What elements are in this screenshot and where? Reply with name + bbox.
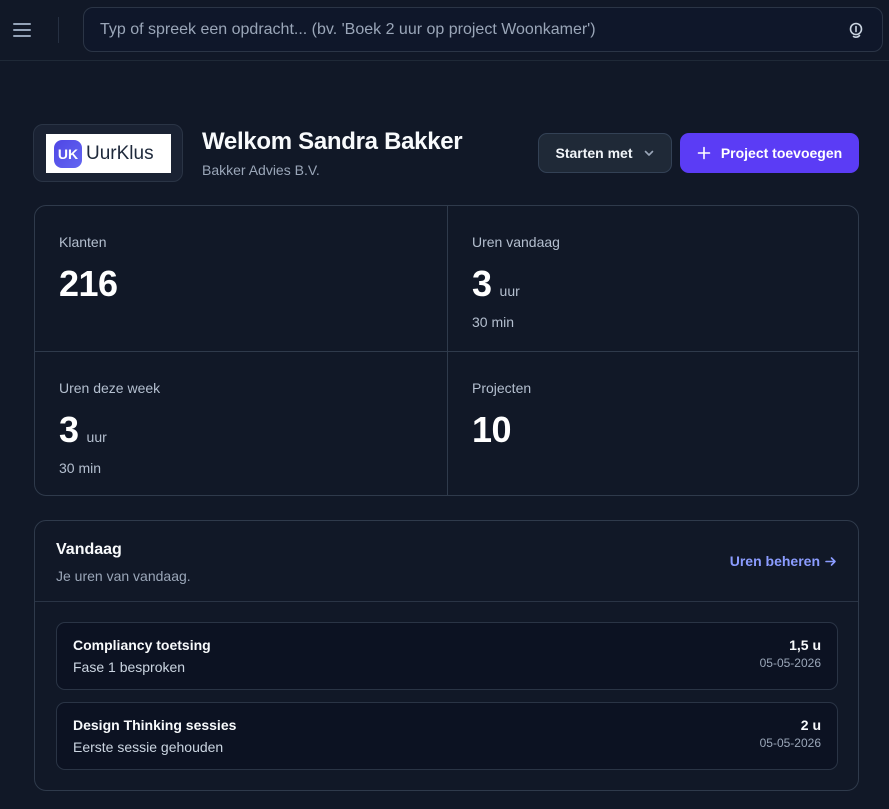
today-panel: Vandaag Je uren van vandaag. Uren behere… (34, 520, 859, 791)
add-project-label: Project toevoegen (720, 145, 843, 161)
top-bar (0, 0, 889, 61)
today-title: Vandaag (56, 541, 122, 558)
entry-date: 05-05-2026 (759, 736, 821, 750)
stat-value-row: 3 uur (472, 266, 834, 302)
time-entry[interactable]: Design Thinking sessies Eerste sessie ge… (56, 702, 838, 770)
stat-label: Uren vandaag (472, 234, 560, 250)
stat-subvalue: 30 min (59, 460, 102, 476)
stat-clients: Klanten 216 (35, 206, 447, 351)
stat-value: 10 (472, 409, 512, 450)
stat-subvalue: 30 min (472, 314, 515, 330)
time-entry[interactable]: Compliancy toetsing Fase 1 besproken 1,5… (56, 622, 838, 690)
arrow-right-icon (825, 556, 836, 566)
stat-label: Klanten (59, 234, 107, 250)
entry-hours: 1,5 u (789, 637, 821, 653)
command-input[interactable] (100, 20, 846, 39)
microphone-icon[interactable] (846, 20, 866, 40)
stat-value-row: 3 uur (59, 412, 423, 448)
logo-text: UurKlus (86, 142, 154, 164)
entry-date: 05-05-2026 (759, 656, 821, 670)
stat-value: 3 (472, 263, 492, 304)
divider (58, 17, 59, 43)
stats-grid: Klanten 216 Uren vandaag 3 uur 30 min Ur… (34, 205, 859, 496)
manage-hours-label: Uren beheren (729, 553, 820, 569)
stat-unit: uur (499, 283, 520, 299)
menu-icon[interactable] (10, 18, 34, 42)
stat-hours-today: Uren vandaag 3 uur 30 min (447, 206, 858, 351)
stat-label: Uren deze week (59, 380, 161, 396)
stat-value: 3 (59, 409, 79, 450)
welcome-block: Welkom Sandra Bakker Bakker Advies B.V. (202, 128, 463, 178)
command-bar[interactable] (83, 7, 883, 52)
stat-unit: uur (86, 429, 107, 445)
plus-icon (697, 146, 711, 160)
entry-project: Design Thinking sessies (73, 717, 237, 733)
chevron-down-icon (644, 150, 653, 156)
page-title: Welkom Sandra Bakker (202, 128, 463, 155)
logo: UK UurKlus (46, 134, 171, 173)
page-header: UK UurKlus Welkom Sandra Bakker Bakker A… (33, 124, 859, 182)
stat-hours-week: Uren deze week 3 uur 30 min (35, 351, 447, 495)
entry-note: Fase 1 besproken (73, 659, 186, 675)
manage-hours-link[interactable]: Uren beheren (730, 553, 837, 569)
entry-hours: 2 u (800, 717, 821, 733)
stat-value: 216 (59, 263, 118, 304)
stat-label: Projecten (472, 380, 532, 396)
entry-project: Compliancy toetsing (73, 637, 211, 653)
company-name: Bakker Advies B.V. (202, 162, 320, 178)
stat-value-row: 10 (472, 412, 834, 448)
start-with-button[interactable]: Starten met (538, 133, 672, 173)
entry-note: Eerste sessie gehouden (73, 739, 224, 755)
add-project-button[interactable]: Project toevoegen (680, 133, 859, 173)
logo-mark: UK (54, 139, 82, 168)
today-header: Vandaag Je uren van vandaag. Uren behere… (35, 521, 858, 602)
today-subtitle: Je uren van vandaag. (56, 568, 191, 584)
logo-card: UK UurKlus (33, 124, 183, 182)
start-with-label: Starten met (555, 145, 633, 161)
stat-value-row: 216 (59, 266, 423, 302)
stat-projects: Projecten 10 (447, 351, 858, 495)
